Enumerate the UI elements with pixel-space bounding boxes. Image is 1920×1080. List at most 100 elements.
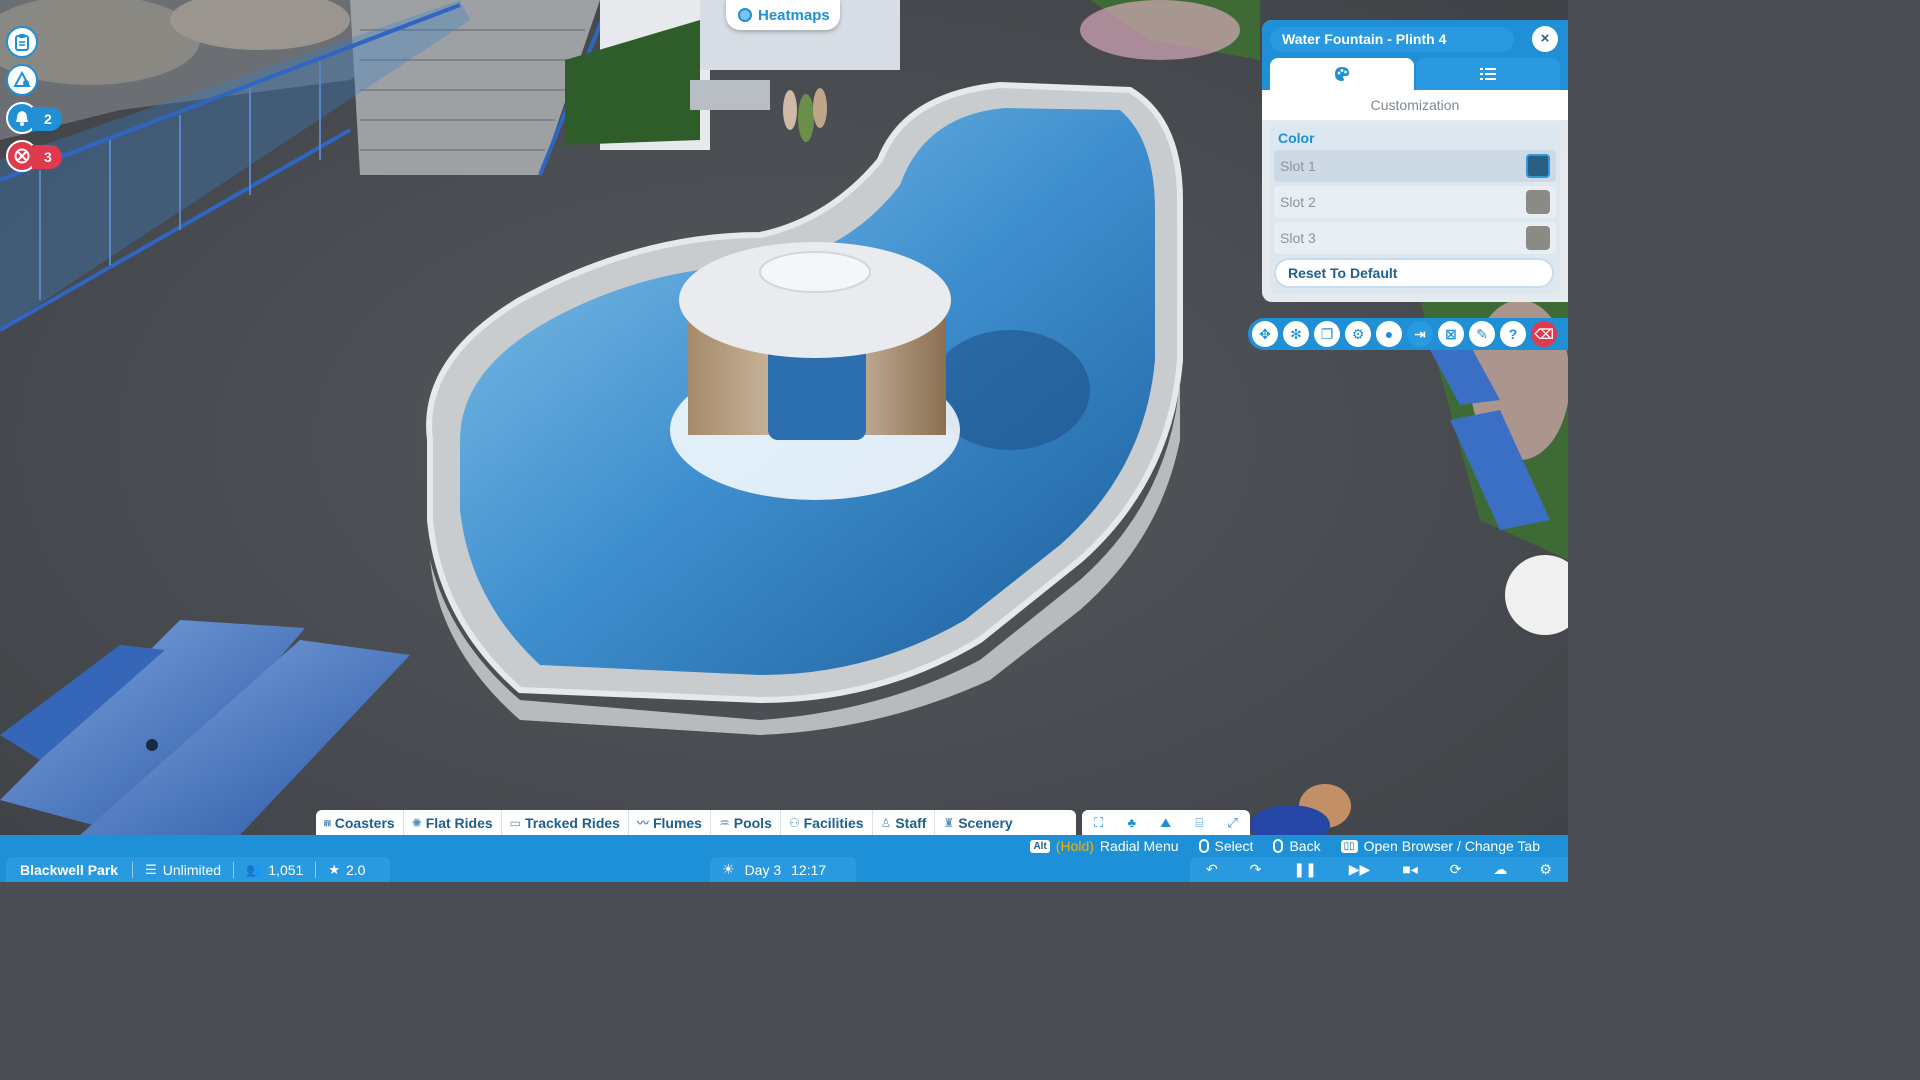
list-icon [1480,68,1496,80]
settings-icon[interactable]: ⚙ [1345,321,1371,347]
tab-scenery[interactable]: ♜ Scenery [935,810,1020,835]
paths-icon[interactable]: ⛶ [1094,815,1103,831]
exit-icon[interactable]: ⇥ [1407,321,1433,347]
hold-label: (Hold) [1055,838,1094,854]
weather-icon[interactable]: ☁ [1493,861,1507,878]
park-rating: 2.0 [345,861,366,878]
tab-tracked-rides[interactable]: ▭ Tracked Rides [502,810,629,835]
category-label: Flat Rides [425,814,493,831]
fullscreen-icon[interactable]: ⤢ [1227,815,1237,831]
open-browser-hint: Open Browser / Change Tab [1363,838,1540,854]
help-icon[interactable]: ? [1500,321,1526,347]
tab-facilities[interactable]: ⚇ Facilities [781,810,873,835]
flume-icon: 〰 [636,816,649,830]
color-swatch[interactable] [1526,226,1550,250]
redo-icon[interactable]: ↷ [1250,861,1262,878]
status-bar: Alt (Hold) Radial Menu Select Back ▯▯ Op… [0,835,1568,882]
camera-icon[interactable]: ■◂ [1402,861,1417,878]
notification-count: 2 [32,107,62,131]
bottom-row: Blackwell Park ☰ Unlimited 👥 1,051 ★ 2.0 ☀ … [0,857,1568,882]
duplicate-icon[interactable]: ❐ [1314,321,1340,347]
bell-icon [16,111,28,126]
pool-icon: ♒ [718,815,730,830]
heatmap-icon [738,8,752,22]
advanced-move-icon[interactable]: ✻ [1283,321,1309,347]
flat-ride-icon: ✺ [411,815,422,830]
object-info-panel: Water Fountain - Plinth 4 × Customizatio… [1262,20,1568,302]
alert-count: 3 [32,145,62,169]
money-icon: ☰ [145,861,157,877]
control-hints: Alt (Hold) Radial Menu Select Back ▯▯ Op… [1030,835,1540,857]
tab-staff[interactable]: ♙ Staff [873,810,936,835]
panel-subheading: Customization [1262,90,1568,120]
category-label: Coasters [334,814,395,831]
move-icon[interactable]: ✥ [1252,321,1278,347]
panel-tabs [1262,58,1568,90]
alerts-button[interactable]: 3 [6,140,62,172]
heatmaps-button[interactable]: Heatmaps [726,0,840,30]
clipboard-icon [15,34,29,51]
edit-icon[interactable]: ✎ [1469,321,1495,347]
slot-label: Slot 2 [1280,194,1316,210]
tree-icon[interactable]: ♣ [1127,815,1136,830]
time-display: ☀ Day 3 12:17 [710,857,856,882]
delete-icon[interactable]: ⌫ [1531,321,1557,347]
palette-icon [1335,67,1349,81]
color-section-label: Color [1278,130,1315,146]
park-info[interactable]: Blackwell Park ☰ Unlimited 👥 1,051 ★ 2.0 [6,857,390,882]
category-label: Tracked Rides [525,814,620,831]
alt-key: Alt [1030,839,1050,853]
browser-key-icon: ▯▯ [1340,839,1358,853]
category-label: Facilities [803,814,864,831]
heatmaps-label: Heatmaps [758,6,830,24]
facilities-icon: ⚇ [788,815,800,830]
category-label: Staff [895,814,927,831]
select-hint: Select [1214,838,1254,854]
star-icon: ★ [328,861,340,877]
color-section: Color Slot 1 Slot 2 Slot 3 Reset To Defa… [1270,124,1560,294]
left-mouse-icon [1198,839,1209,853]
color-slot-1[interactable]: Slot 1 [1274,150,1556,182]
guests-icon: 👥 [246,861,263,877]
right-mouse-icon [1273,839,1284,853]
park-guests: 1,051 [268,861,304,878]
park-money: Unlimited [162,861,222,878]
tab-details[interactable] [1416,58,1560,90]
undo-icon[interactable]: ↶ [1206,861,1218,878]
tab-pools[interactable]: ♒ Pools [711,810,781,835]
notifications-button[interactable]: 2 [6,102,62,134]
reset-to-default-button[interactable]: Reset To Default [1274,258,1554,288]
color-slot-3[interactable]: Slot 3 [1274,222,1556,254]
gear-icon[interactable]: ⚙ [1539,861,1552,878]
back-hint: Back [1289,838,1321,854]
color-slot-2[interactable]: Slot 2 [1274,186,1556,218]
panel-title[interactable]: Water Fountain - Plinth 4 [1270,27,1514,52]
rotate-icon[interactable]: ⟳ [1450,861,1462,878]
clipboard-button[interactable] [6,26,38,58]
build-category-bar: ⩎ Coasters ✺ Flat Rides ▭ Tracked Rides 〰 Fl… [316,810,1076,835]
tab-coasters[interactable]: ⩎ Coasters [316,810,404,835]
bench-icon[interactable]: ⌸ [1195,815,1203,831]
close-button[interactable]: × [1532,26,1558,52]
radial-menu-hint: Radial Menu [1099,838,1179,854]
color-swatch[interactable] [1526,190,1550,214]
tab-customization[interactable] [1270,58,1414,90]
terrain-icon[interactable]: ⛰ [1160,815,1171,831]
fast-forward-icon[interactable]: ▶▶ [1349,861,1371,878]
sun-icon: ☀ [722,861,735,877]
tab-flumes[interactable]: 〰 Flumes [629,810,711,835]
tracked-ride-icon: ▭ [509,815,521,830]
park-name[interactable]: Blackwell Park [6,862,132,878]
tab-flat-rides[interactable]: ✺ Flat Rides [404,810,502,835]
category-label: Pools [733,814,772,831]
slot-label: Slot 1 [1280,158,1316,174]
guest-thoughts-button[interactable] [6,64,38,96]
locate-icon[interactable]: ● [1376,321,1402,347]
notification-stack: 2 3 [6,26,66,178]
resize-icon[interactable]: ⊠ [1438,321,1464,347]
guest-thoughts-icon [13,71,31,87]
pause-icon[interactable]: ❚❚ [1293,861,1316,878]
category-label: Scenery [958,814,1013,831]
slot-label: Slot 3 [1280,230,1316,246]
color-swatch[interactable] [1526,154,1550,178]
